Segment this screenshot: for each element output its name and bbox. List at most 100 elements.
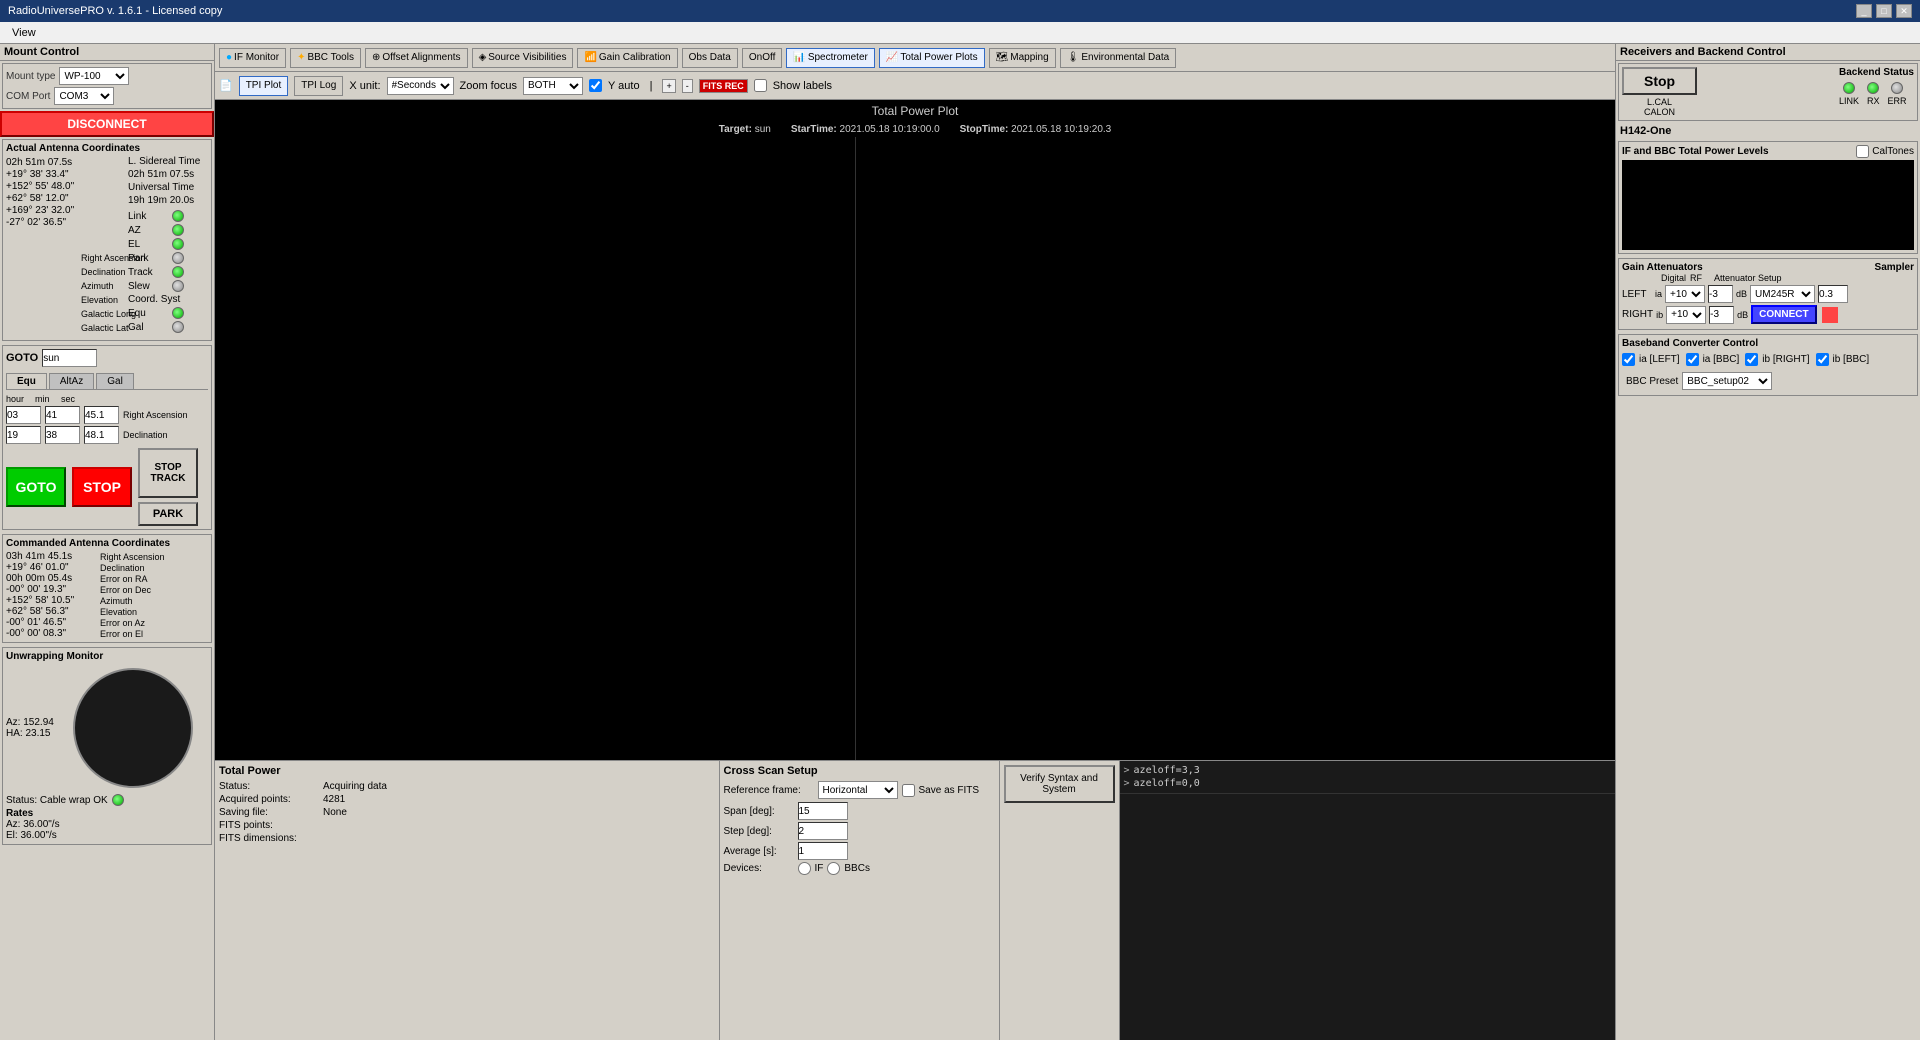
- cmd-ra-error-value: 00h 00m 05.4s: [6, 573, 96, 584]
- zoom-in-btn[interactable]: +: [662, 79, 675, 93]
- if-monitor-btn[interactable]: ● IF Monitor: [219, 48, 286, 68]
- spectrometer-btn[interactable]: 📊 Spectrometer: [786, 48, 874, 68]
- average-input[interactable]: [798, 842, 848, 860]
- cmd-az-error-label: Error on Az: [100, 618, 145, 628]
- ib-bbc-checkbox[interactable]: [1816, 353, 1829, 366]
- ra-sec-input[interactable]: [84, 406, 119, 424]
- link-label: Link: [128, 211, 168, 222]
- dec-min-input[interactable]: [45, 426, 80, 444]
- on-off-btn[interactable]: OnOff: [742, 48, 783, 68]
- tpi-log-btn[interactable]: TPI Log: [294, 76, 343, 96]
- caltones-checkbox[interactable]: [1856, 145, 1869, 158]
- close-button[interactable]: ✕: [1896, 4, 1912, 18]
- connect-button[interactable]: CONNECT: [1751, 305, 1816, 324]
- cmd-az-label: Azimuth: [100, 596, 133, 606]
- right-rf-input[interactable]: [1709, 306, 1734, 324]
- zoom-out-btn[interactable]: -: [682, 79, 693, 93]
- total-power-section-label: Total Power: [219, 765, 715, 777]
- device-label: H142-One: [1616, 123, 1920, 139]
- right-plot: left right 2u 3u 5u 6u 7u 10u 11u 13u 14: [856, 137, 1615, 760]
- ia-left-checkbox[interactable]: [1622, 353, 1635, 366]
- cable-wrap-status: Status: Cable wrap OK: [6, 795, 108, 806]
- left-attenuator-select[interactable]: UM245R: [1750, 285, 1815, 303]
- goto-button[interactable]: GOTO: [6, 467, 66, 507]
- maximize-button[interactable]: □: [1876, 4, 1892, 18]
- lcal-label: L.CAL: [1622, 97, 1697, 107]
- bbc-preset-select[interactable]: BBC_setup02: [1682, 372, 1772, 390]
- mount-control-header: Mount Control: [0, 44, 214, 61]
- goto-tabs: Equ AltAz Gal: [6, 370, 208, 390]
- tpi-plot-btn[interactable]: TPI Plot: [239, 76, 289, 96]
- acquired-points-value: 4281: [323, 794, 345, 805]
- digital-label: Digital: [1661, 273, 1686, 283]
- ra-min-input[interactable]: [45, 406, 80, 424]
- stop-track-button[interactable]: STOP TRACK: [138, 448, 198, 498]
- save-as-fits-checkbox[interactable]: [902, 784, 915, 797]
- saving-file-label: Saving file:: [219, 807, 319, 818]
- err-led: [1891, 82, 1903, 94]
- span-input[interactable]: [798, 802, 848, 820]
- backend-stop-button[interactable]: Stop: [1622, 67, 1697, 95]
- step-input[interactable]: [798, 822, 848, 840]
- gain-calibration-btn[interactable]: 📶 Gain Calibration: [577, 48, 677, 68]
- goto-target-input[interactable]: [42, 349, 97, 367]
- ia-bbc-checkbox[interactable]: [1686, 353, 1699, 366]
- reference-frame-select[interactable]: Horizontal: [818, 781, 898, 799]
- dec-sec-input[interactable]: [84, 426, 119, 444]
- menu-view[interactable]: View: [4, 25, 44, 41]
- obs-data-btn[interactable]: Obs Data: [682, 48, 738, 68]
- dec-deg-input[interactable]: [6, 426, 41, 444]
- gal-long-label: Galactic Long: [81, 309, 208, 323]
- left-digital-select[interactable]: +10: [1665, 285, 1705, 303]
- verify-syntax-button[interactable]: Verify Syntax and System: [1004, 765, 1115, 803]
- mapping-btn[interactable]: 🗺 Mapping: [989, 48, 1056, 68]
- err-label: ERR: [1888, 96, 1907, 106]
- right-gain-row: RIGHT ib +10 dB CONNECT: [1622, 305, 1914, 324]
- az-led: [172, 224, 184, 236]
- el-led: [172, 238, 184, 250]
- devices-bbcs-radio[interactable]: [827, 862, 840, 875]
- tab-altaz[interactable]: AltAz: [49, 373, 94, 389]
- left-sampler-input[interactable]: [1818, 285, 1848, 303]
- goto-label: GOTO: [6, 352, 38, 364]
- compass-display: [73, 668, 193, 788]
- ra-hour-input[interactable]: [6, 406, 41, 424]
- gal-long-value: +169° 23' 32.0": [6, 205, 76, 216]
- disconnect-button[interactable]: DISCONNECT: [0, 111, 214, 137]
- devices-if-radio[interactable]: [798, 862, 811, 875]
- link-backend-led: [1843, 82, 1855, 94]
- offset-alignments-btn[interactable]: ⊕ Offset Alignments: [365, 48, 468, 68]
- com-port-select[interactable]: COM3: [54, 87, 114, 105]
- span-label: Span [deg]:: [724, 806, 794, 817]
- right-label: RIGHT: [1622, 309, 1653, 320]
- source-visibilities-btn[interactable]: ◈ Source Visibilities: [472, 48, 574, 68]
- ra-actual-value: 02h 51m 07.5s: [6, 157, 76, 168]
- console-input1: azeloff=3,3: [1134, 765, 1200, 776]
- bbc-tools-btn[interactable]: ✦ BBC Tools: [290, 48, 361, 68]
- minimize-button[interactable]: _: [1856, 4, 1872, 18]
- zoom-focus-label: Zoom focus: [460, 80, 517, 92]
- mount-type-select[interactable]: WP-100: [59, 67, 129, 85]
- window-controls[interactable]: _ □ ✕: [1856, 4, 1912, 18]
- x-unit-select[interactable]: #Seconds: [387, 77, 454, 95]
- park-button[interactable]: PARK: [138, 502, 198, 526]
- left-rf-input[interactable]: [1708, 285, 1733, 303]
- min-label: min: [35, 394, 57, 404]
- coord-labels: Right Ascension Declination Azimuth Elev…: [81, 253, 208, 337]
- ib-right-label: ib [RIGHT]: [1762, 354, 1809, 365]
- y-auto-checkbox[interactable]: [589, 79, 602, 92]
- left-gain-row: LEFT ia +10 dB UM245R: [1622, 285, 1914, 303]
- ib-right-checkbox[interactable]: [1745, 353, 1758, 366]
- stop-button[interactable]: STOP: [72, 467, 132, 507]
- sampler-label: Sampler: [1875, 262, 1914, 273]
- right-digital-select[interactable]: +10: [1666, 306, 1706, 324]
- total-power-plots-btn[interactable]: 📈 Total Power Plots: [879, 48, 985, 68]
- zoom-focus-select[interactable]: BOTH: [523, 77, 583, 95]
- fits-rec-btn[interactable]: FITS REC: [699, 79, 748, 93]
- tab-equ[interactable]: Equ: [6, 373, 47, 389]
- environmental-data-btn[interactable]: 🌡 Environmental Data: [1060, 48, 1177, 68]
- start-time: StarTime: 2021.05.18 10:19:00.0: [791, 124, 940, 135]
- tab-gal[interactable]: Gal: [96, 373, 134, 389]
- ha-unwrap-value: HA: 23.15: [6, 728, 54, 739]
- show-labels-checkbox[interactable]: [754, 79, 767, 92]
